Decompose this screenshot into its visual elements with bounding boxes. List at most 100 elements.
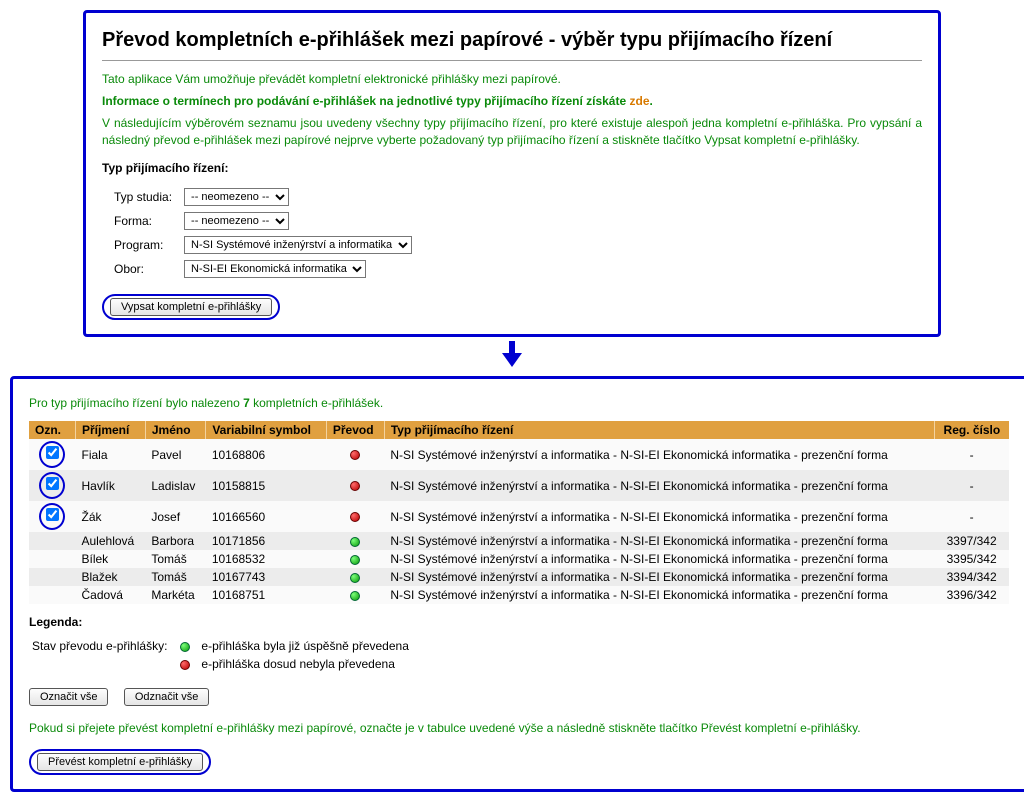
cell-name: Ladislav: [145, 470, 205, 501]
row-checkbox[interactable]: [46, 508, 59, 521]
arrow-down-icon: [10, 341, 1014, 370]
results-count-line: Pro typ přijímacího řízení bylo nalezeno…: [29, 395, 1009, 411]
field-label: Obor:: [114, 258, 182, 280]
field-select[interactable]: N-SI-EI Ekonomická informatika: [184, 260, 366, 278]
status-green-icon: [350, 537, 360, 547]
cell-type: N-SI Systémové inženýrství a informatika…: [384, 470, 934, 501]
list-button-highlight: Vypsat kompletní e-přihlášky: [102, 294, 280, 320]
col-ozn: Ozn.: [29, 421, 76, 439]
results-panel: Pro typ přijímacího řízení bylo nalezeno…: [10, 376, 1024, 792]
col-prijmeni: Příjmení: [76, 421, 146, 439]
table-row: ŽákJosef10166560 N-SI Systémové inženýrst…: [29, 501, 1009, 532]
col-prevod: Převod: [326, 421, 384, 439]
legend: Legenda: Stav převodu e-přihlášky: e-při…: [29, 614, 1009, 674]
study-type-select[interactable]: -- neomezeno --: [184, 188, 289, 206]
row-checkbox[interactable]: [46, 446, 59, 459]
cell-varsymbol: 10168806: [206, 439, 327, 470]
convert-button-highlight: Převést kompletní e-přihlášky: [29, 749, 211, 775]
uncheck-all-button[interactable]: Odznačit vše: [124, 688, 210, 706]
status-red-icon: [350, 450, 360, 460]
cell-varsymbol: 10166560: [206, 501, 327, 532]
filter-section-heading: Typ přijímacího řízení:: [102, 160, 922, 176]
cell-varsymbol: 10167743: [206, 568, 327, 586]
cell-name: Tomáš: [145, 568, 205, 586]
cell-status: [326, 470, 384, 501]
applications-table: Ozn. Příjmení Jméno Variabilní symbol Př…: [29, 421, 1009, 604]
row-checkbox[interactable]: [46, 477, 59, 490]
status-green-icon: [350, 591, 360, 601]
legend-head: Legenda:: [29, 614, 1009, 630]
cell-type: N-SI Systémové inženýrství a informatika…: [384, 586, 934, 604]
intro-2-pre: Informace o termínech pro podávání e-při…: [102, 94, 629, 108]
cell-type: N-SI Systémové inženýrství a informatika…: [384, 568, 934, 586]
col-typ: Typ přijímacího řízení: [384, 421, 934, 439]
status-red-icon: [350, 512, 360, 522]
form-label: Forma:: [114, 210, 182, 232]
cell-reg: 3395/342: [934, 550, 1009, 568]
cell-surname: Žák: [76, 501, 146, 532]
cell-varsymbol: 10168751: [206, 586, 327, 604]
study-type-label: Typ studia:: [114, 186, 182, 208]
table-row: BílekTomáš10168532N-SI Systémové inženýr…: [29, 550, 1009, 568]
divider: [102, 60, 922, 61]
cell-surname: Fiala: [76, 439, 146, 470]
convert-applications-button[interactable]: Převést kompletní e-přihlášky: [37, 753, 203, 771]
results-count-post: kompletních e-přihlášek.: [250, 396, 383, 410]
cell-status: [326, 439, 384, 470]
check-all-button[interactable]: Označit vše: [29, 688, 108, 706]
program-label: Program:: [114, 234, 182, 256]
row-checkbox-highlight: [39, 472, 65, 499]
filter-form: Typ studia: -- neomezeno -- Forma: -- ne…: [112, 184, 424, 282]
status-green-icon: [180, 642, 190, 652]
cell-name: Josef: [145, 501, 205, 532]
cell-status: [326, 586, 384, 604]
filter-panel: Převod kompletních e-přihlášek mezi papí…: [83, 10, 941, 337]
cell-reg: 3397/342: [934, 532, 1009, 550]
cell-status: [326, 501, 384, 532]
cell-surname: Bílek: [76, 550, 146, 568]
intro-text-3: V následujícím výběrovém seznamu jsou uv…: [102, 115, 922, 147]
intro-text-2: Informace o termínech pro podávání e-při…: [102, 93, 922, 109]
cell-reg: 3396/342: [934, 586, 1009, 604]
status-green-icon: [350, 555, 360, 565]
cell-type: N-SI Systémové inženýrství a informatika…: [384, 550, 934, 568]
select-buttons-row: Označit vše Odznačit vše: [29, 688, 1009, 706]
col-reg: Reg. číslo: [934, 421, 1009, 439]
cell-varsymbol: 10158815: [206, 470, 327, 501]
results-count: 7: [243, 396, 250, 410]
cell-reg: 3394/342: [934, 568, 1009, 586]
page-title: Převod kompletních e-přihlášek mezi papí…: [102, 29, 922, 52]
table-row: HavlíkLadislav10158815 N-SI Systémové inž…: [29, 470, 1009, 501]
cell-status: [326, 550, 384, 568]
legend-red-text: e-přihláška dosud nebyla převedena: [200, 656, 409, 672]
row-checkbox-highlight: [39, 441, 65, 468]
cell-varsymbol: 10171856: [206, 532, 327, 550]
cell-surname: Čadová: [76, 586, 146, 604]
cell-type: N-SI Systémové inženýrství a informatika…: [384, 532, 934, 550]
cell-name: Tomáš: [145, 550, 205, 568]
list-applications-button[interactable]: Vypsat kompletní e-přihlášky: [110, 298, 272, 316]
cell-reg: -: [934, 470, 1009, 501]
program-select[interactable]: N-SI Systémové inženýrství a informatika: [184, 236, 412, 254]
table-row: AulehlováBarbora10171856 N-SI Systémové i…: [29, 532, 1009, 550]
cell-status: [326, 568, 384, 586]
table-row: BlažekTomáš10167743N-SI Systémové inžený…: [29, 568, 1009, 586]
cell-type: N-SI Systémové inženýrství a informatika…: [384, 439, 934, 470]
cell-name: Markéta: [145, 586, 205, 604]
cell-reg: -: [934, 439, 1009, 470]
col-jmeno: Jméno: [145, 421, 205, 439]
cell-reg: -: [934, 501, 1009, 532]
cell-name: Barbora: [145, 532, 205, 550]
status-red-icon: [350, 481, 360, 491]
form-select[interactable]: -- neomezeno --: [184, 212, 289, 230]
status-green-icon: [350, 573, 360, 583]
status-red-icon: [180, 660, 190, 670]
legend-green-text: e-přihláška byla již úspěšně převedena: [200, 638, 409, 654]
deadlines-link[interactable]: zde: [629, 94, 649, 108]
cell-surname: Havlík: [76, 470, 146, 501]
table-row: FialaPavel10168806N-SI Systémové inženýr…: [29, 439, 1009, 470]
col-varsymbol: Variabilní symbol: [206, 421, 327, 439]
cell-type: N-SI Systémové inženýrství a informatika…: [384, 501, 934, 532]
results-count-pre: Pro typ přijímacího řízení bylo nalezeno: [29, 396, 243, 410]
cell-surname: Aulehlová: [76, 532, 146, 550]
